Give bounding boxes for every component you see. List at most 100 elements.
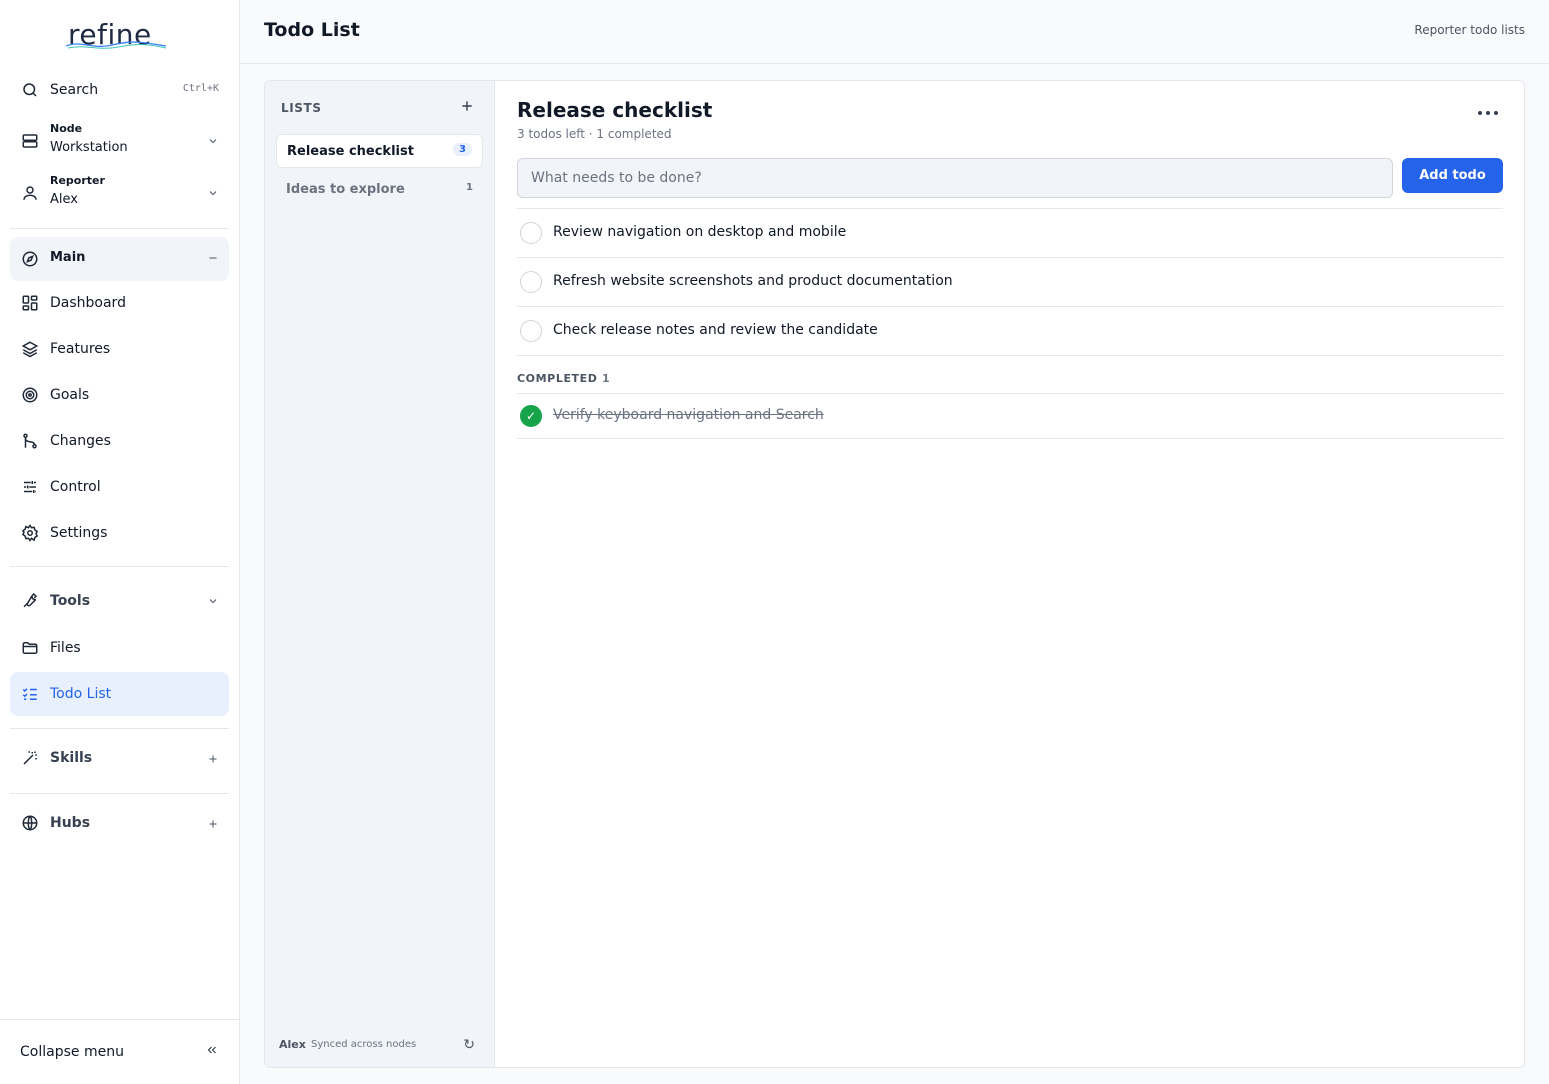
node-selector[interactable]: Node Workstation <box>10 122 229 158</box>
todo-item-completed: ✓ Verify keyboard navigation and Search <box>517 392 1503 440</box>
plus-icon <box>462 101 472 111</box>
minus-icon <box>207 252 219 264</box>
plus-icon[interactable] <box>207 818 219 830</box>
list-item-release-checklist[interactable]: Release checklist 3 <box>276 134 483 168</box>
plus-icon[interactable] <box>207 753 219 765</box>
sidebar-item-label: Files <box>50 640 81 656</box>
search-shortcut: Ctrl+K <box>182 83 219 94</box>
sidebar-divider <box>10 793 229 794</box>
sidebar-item-goals[interactable]: Goals <box>10 377 229 413</box>
todo-item: Check release notes and review the candi… <box>517 307 1503 355</box>
node-value: Workstation <box>50 140 128 155</box>
todo-text[interactable]: Refresh website screenshots and product … <box>553 273 953 289</box>
sidebar: refine Search Ctrl+K Node Workstation Re… <box>0 0 240 1084</box>
check-icon[interactable]: ✓ <box>520 405 542 427</box>
sidebar-item-label: Features <box>50 341 111 357</box>
todo-checkbox[interactable] <box>520 222 542 244</box>
sidebar-item-todo-list[interactable]: Todo List <box>10 672 229 716</box>
divider <box>517 355 1503 356</box>
divider <box>517 438 1503 439</box>
chevron-down-icon <box>207 595 219 607</box>
sidebar-item-label: Control <box>50 479 101 495</box>
sidebar-divider <box>10 728 229 729</box>
sidebar-item-label: Changes <box>50 433 111 449</box>
list-item-ideas-to-explore[interactable]: Ideas to explore 1 <box>276 173 483 207</box>
sidebar-group-main-label: Main <box>50 250 86 265</box>
lists-pane: LISTS Release checklist 3 Ideas to explo… <box>265 81 495 1067</box>
add-todo-button[interactable]: Add todo <box>1402 158 1503 193</box>
todo-text[interactable]: Review navigation on desktop and mobile <box>553 224 846 240</box>
sidebar-divider <box>10 566 229 567</box>
sidebar-item-label: Tools <box>50 593 91 609</box>
list-item-count-badge: 3 <box>453 143 472 156</box>
dashboard-icon <box>20 293 40 313</box>
globe-icon <box>20 813 40 833</box>
sidebar-item-tools[interactable]: Tools <box>10 582 229 618</box>
chevrons-left-icon <box>205 1043 219 1057</box>
todo-item: Refresh website screenshots and product … <box>517 258 1503 306</box>
sidebar-item-skills[interactable]: Skills <box>10 740 229 776</box>
list-item-name: Ideas to explore <box>286 182 405 197</box>
page-title: Todo List <box>264 19 360 41</box>
completed-count: 1 <box>602 372 610 385</box>
server-icon <box>20 131 40 151</box>
refine-logo[interactable]: refine <box>62 18 172 54</box>
logo-wave-icon <box>65 41 167 49</box>
wrench-icon <box>20 590 40 610</box>
target-icon <box>20 385 40 405</box>
sync-text: Synced across nodes <box>311 1039 417 1050</box>
collapse-menu-label: Collapse menu <box>20 1044 124 1060</box>
sidebar-divider <box>10 228 229 229</box>
sidebar-item-label: Hubs <box>50 815 91 831</box>
chevron-down-icon <box>207 135 219 147</box>
sidebar-item-dashboard[interactable]: Dashboard <box>10 285 229 321</box>
chevron-down-icon <box>207 187 219 199</box>
refresh-icon[interactable]: ↻ <box>463 1037 475 1053</box>
sidebar-item-control[interactable]: Control <box>10 469 229 505</box>
completed-section-label: COMPLETED <box>517 372 598 385</box>
list-checks-icon <box>20 684 40 704</box>
lists-title: LISTS <box>281 101 322 115</box>
sidebar-item-label: Settings <box>50 525 108 541</box>
sidebar-item-label: Skills <box>50 750 93 766</box>
reporter-selector[interactable]: Reporter Alex <box>10 174 229 210</box>
node-label: Node <box>50 122 83 135</box>
todo-text[interactable]: Check release notes and review the candi… <box>553 322 878 338</box>
collapse-menu-button[interactable]: Collapse menu <box>0 1019 239 1084</box>
new-todo-input[interactable] <box>517 158 1393 198</box>
search-icon <box>20 80 40 100</box>
more-options-button[interactable] <box>1473 103 1503 123</box>
sidebar-group-main[interactable]: Main <box>10 237 229 281</box>
page-header: Todo List Reporter todo lists <box>240 0 1549 64</box>
todo-checkbox[interactable] <box>520 320 542 342</box>
sidebar-item-features[interactable]: Features <box>10 331 229 367</box>
list-item-count-badge: 1 <box>466 182 473 193</box>
reporter-label: Reporter <box>50 174 105 187</box>
search-button[interactable]: Search Ctrl+K <box>10 76 229 104</box>
reporter-value: Alex <box>50 192 78 207</box>
todo-checkbox[interactable] <box>520 271 542 293</box>
todo-card: LISTS Release checklist 3 Ideas to explo… <box>264 80 1525 1068</box>
search-label: Search <box>50 82 99 98</box>
todo-item: Review navigation on desktop and mobile <box>517 209 1503 257</box>
list-summary: 3 todos left · 1 completed <box>517 127 672 141</box>
sidebar-item-settings[interactable]: Settings <box>10 515 229 551</box>
sidebar-item-label: Goals <box>50 387 90 403</box>
folder-icon <box>20 638 40 658</box>
todo-text[interactable]: Verify keyboard navigation and Search <box>553 407 824 423</box>
list-detail: Release checklist 3 todos left · 1 compl… <box>517 81 1503 1067</box>
add-list-button[interactable] <box>460 99 474 113</box>
sidebar-item-label: Dashboard <box>50 295 126 311</box>
sliders-icon <box>20 477 40 497</box>
gear-icon <box>20 523 40 543</box>
header-context-text: Reporter todo lists <box>1414 23 1525 37</box>
sidebar-item-files[interactable]: Files <box>10 630 229 666</box>
sync-status: Alex Synced across nodes ↻ <box>279 1037 479 1053</box>
layers-icon <box>20 339 40 359</box>
list-item-name: Release checklist <box>287 144 414 159</box>
sidebar-item-changes[interactable]: Changes <box>10 423 229 459</box>
list-title: Release checklist <box>517 98 713 122</box>
sidebar-item-label: Todo List <box>50 686 112 702</box>
compass-icon <box>20 249 40 269</box>
sidebar-item-hubs[interactable]: Hubs <box>10 805 229 841</box>
